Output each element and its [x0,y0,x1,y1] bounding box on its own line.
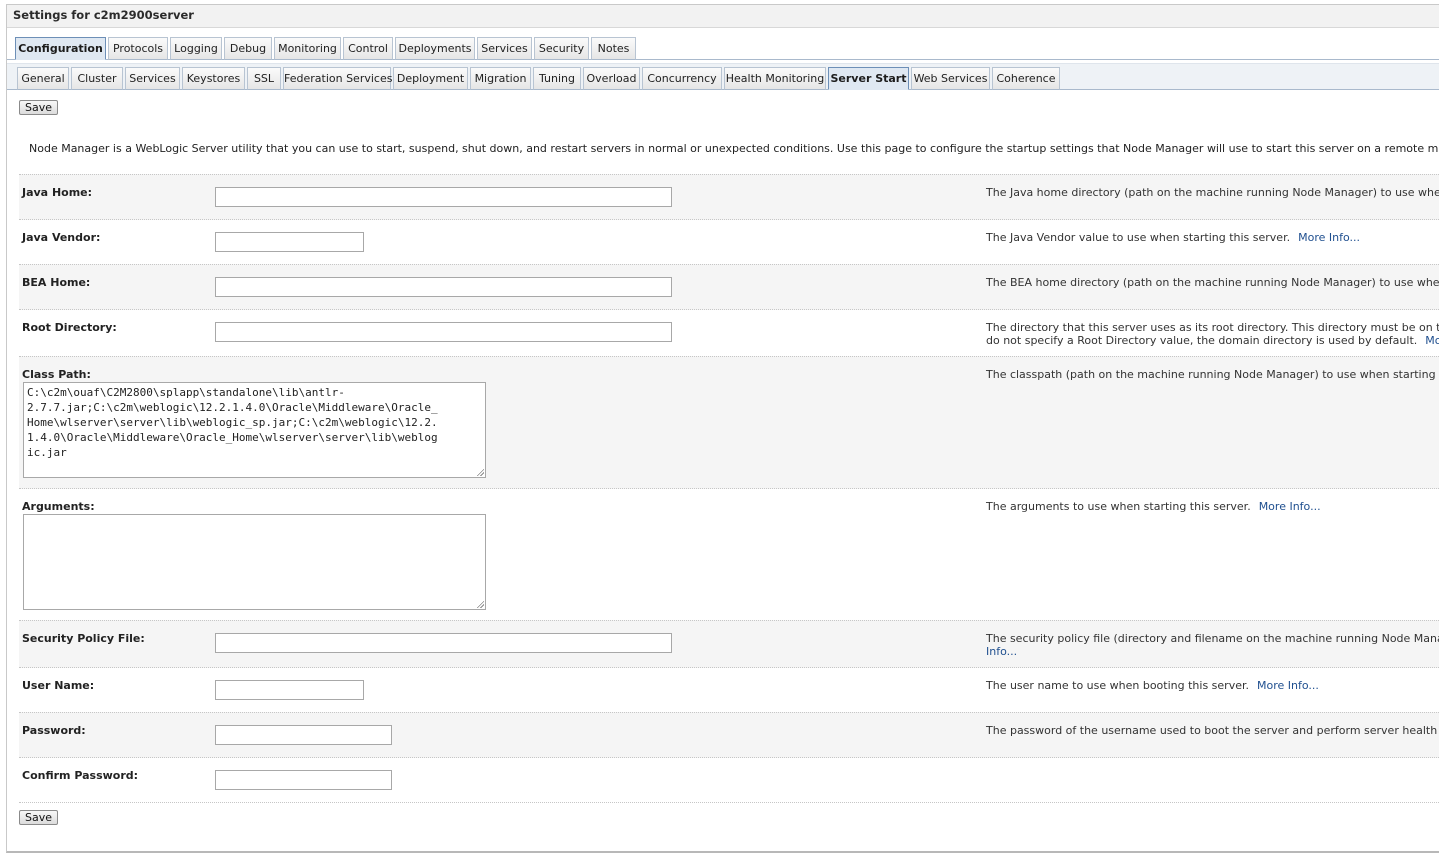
tab-services[interactable]: Services [477,37,532,60]
bea-home-row: BEA Home: The BEA home directory (path o… [19,264,1439,310]
confirm-password-row: Confirm Password: [19,757,1439,803]
tab-security[interactable]: Security [534,37,589,60]
intro-text: Node Manager is a WebLogic Server utilit… [29,142,1439,155]
bea-home-help: The BEA home directory (path on the mach… [986,276,1439,289]
subtab-migration[interactable]: Migration [470,67,531,90]
class-path-row: Class Path: C:\c2m\ouaf\C2M2800\splapp\s… [19,356,1439,489]
tab-monitoring[interactable]: Monitoring [274,37,341,60]
java-home-help: The Java home directory (path on the mac… [986,186,1439,199]
user-name-input[interactable] [215,680,364,700]
subtab-ssl[interactable]: SSL [247,67,281,90]
java-vendor-row: Java Vendor: The Java Vendor value to us… [19,219,1439,265]
confirm-password-label: Confirm Password: [22,769,139,782]
password-row: Password: The password of the username u… [19,712,1439,758]
java-home-label: Java Home: [22,186,93,199]
security-policy-more-info-link[interactable]: Info... [986,645,1017,658]
resize-grip-icon[interactable] [476,600,484,608]
user-name-help: The user name to use when booting this s… [986,679,1319,692]
class-path-label: Class Path: [22,368,91,381]
primary-tab-bar: Configuration Protocols Logging Debug Mo… [7,33,1439,60]
arguments-more-info-link[interactable]: More Info... [1259,500,1321,513]
tab-configuration[interactable]: Configuration [15,37,106,60]
root-directory-more-info-link[interactable]: More Info... [1425,334,1439,347]
bea-home-input[interactable] [215,277,672,297]
subtab-federation-services[interactable]: Federation Services [283,67,392,90]
security-policy-file-input[interactable] [215,633,672,653]
subtab-web-services[interactable]: Web Services [911,67,990,90]
root-directory-help: The directory that this server uses as i… [986,321,1439,347]
secondary-tab-bar: General Cluster Services Keystores SSL F… [7,63,1439,90]
password-help: The password of the username used to boo… [986,724,1439,737]
resize-grip-icon[interactable] [476,468,484,476]
arguments-textarea[interactable] [23,514,486,610]
subtab-coherence[interactable]: Coherence [992,67,1060,90]
confirm-password-input[interactable] [215,770,392,790]
password-input[interactable] [215,725,392,745]
root-directory-label: Root Directory: [22,321,117,334]
password-label: Password: [22,724,86,737]
arguments-help: The arguments to use when starting this … [986,500,1321,513]
tab-notes[interactable]: Notes [591,37,636,60]
bea-home-label: BEA Home: [22,276,91,289]
arguments-row: Arguments: The arguments to use when sta… [19,488,1439,621]
settings-panel: Settings for c2m2900server Configuration… [6,4,1439,853]
java-vendor-help: The Java Vendor value to use when starti… [986,231,1360,244]
tab-deployments[interactable]: Deployments [395,37,475,60]
security-policy-file-help: The security policy file (directory and … [986,632,1439,658]
divider [19,802,1439,803]
page-title: Settings for c2m2900server [7,5,1439,28]
security-policy-file-row: Security Policy File: The security polic… [19,620,1439,668]
user-name-row: User Name: The user name to use when boo… [19,667,1439,713]
subtab-keystores[interactable]: Keystores [182,67,245,90]
java-home-input[interactable] [215,187,672,207]
subtab-overload[interactable]: Overload [583,67,640,90]
class-path-help: The classpath (path on the machine runni… [986,368,1439,381]
user-name-label: User Name: [22,679,95,692]
java-vendor-input[interactable] [215,232,364,252]
class-path-textarea[interactable]: C:\c2m\ouaf\C2M2800\splapp\standalone\li… [23,382,486,478]
subtab-deployment[interactable]: Deployment [393,67,468,90]
user-name-more-info-link[interactable]: More Info... [1257,679,1319,692]
arguments-label: Arguments: [22,500,95,513]
subtab-cluster[interactable]: Cluster [71,67,123,90]
root-directory-input[interactable] [215,322,672,342]
subtab-server-start[interactable]: Server Start [828,67,909,90]
subtab-general[interactable]: General [17,67,69,90]
tab-debug[interactable]: Debug [224,37,272,60]
tab-control[interactable]: Control [343,37,393,60]
tab-protocols[interactable]: Protocols [108,37,168,60]
root-directory-row: Root Directory: The directory that this … [19,309,1439,357]
java-vendor-more-info-link[interactable]: More Info... [1298,231,1360,244]
subtab-health-monitoring[interactable]: Health Monitoring [724,67,826,90]
subtab-tuning[interactable]: Tuning [533,67,581,90]
tab-logging[interactable]: Logging [170,37,222,60]
java-vendor-label: Java Vendor: [22,231,101,244]
security-policy-file-label: Security Policy File: [22,632,145,645]
subtab-services[interactable]: Services [125,67,180,90]
class-path-value: C:\c2m\ouaf\C2M2800\splapp\standalone\li… [27,386,438,459]
save-button-top[interactable]: Save [19,100,59,115]
java-home-row: Java Home: The Java home directory (path… [19,174,1439,220]
subtab-concurrency[interactable]: Concurrency [642,67,722,90]
save-button-bottom[interactable]: Save [19,810,59,825]
